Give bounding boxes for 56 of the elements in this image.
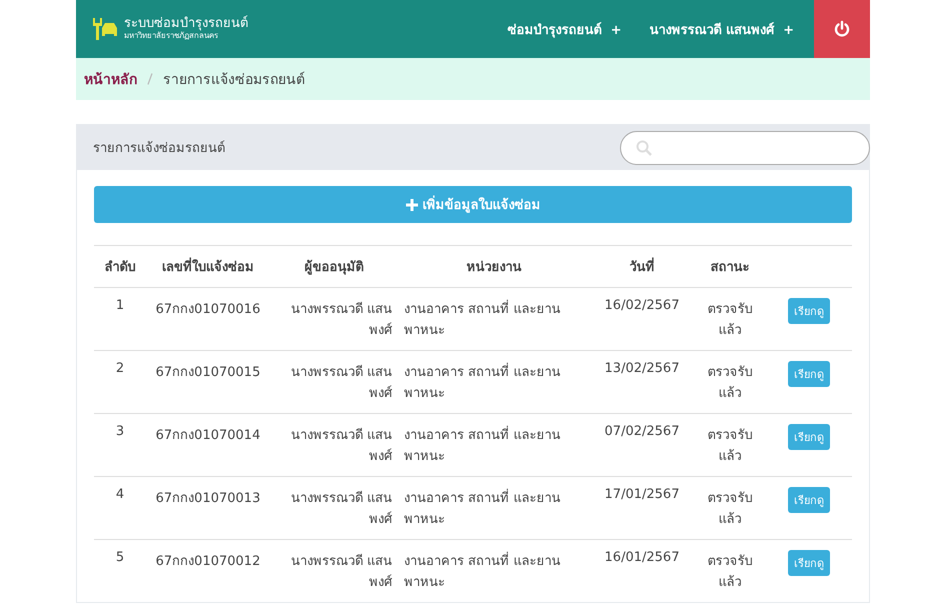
- app-subtitle: มหาวิทยาลัยราชภัฏสกลนคร: [124, 32, 219, 41]
- table-cell: 13/02/2567: [590, 350, 694, 414]
- table-cell: ตรวจรับแล้ว: [694, 476, 766, 540]
- table-cell: 5: [94, 540, 146, 602]
- table-cell: 17/01/2567: [590, 476, 694, 540]
- table-cell: นางพรรณวดี แสนพงศ์: [270, 540, 398, 602]
- table-cell: ตรวจรับแล้ว: [694, 414, 766, 476]
- breadcrumb-separator-icon: [147, 73, 153, 85]
- nav-menu[interactable]: ซ่อมบำรุงรถยนต์ +: [494, 18, 636, 40]
- table-cell: ตรวจรับแล้ว: [694, 350, 766, 414]
- table-cell: งานอาคาร สถานที่ และยานพาหนะ: [398, 540, 590, 602]
- app-title: ระบบซ่อมบำรุงรถยนต์: [124, 17, 248, 32]
- table-cell: 67กกง01070012: [146, 540, 270, 602]
- table-cell: นางพรรณวดี แสนพงศ์: [270, 476, 398, 540]
- view-button[interactable]: เรียกดู: [788, 550, 830, 576]
- table-cell: 16/02/2567: [590, 288, 694, 350]
- table-cell: 3: [94, 414, 146, 476]
- wrench-car-icon: [90, 16, 118, 42]
- table-cell: 67กกง01070016: [146, 288, 270, 350]
- view-button[interactable]: เรียกดู: [788, 487, 830, 513]
- table-cell: 4: [94, 476, 146, 540]
- breadcrumb-item[interactable]: รายการแจ้งซ่อมรถยนต์: [163, 68, 305, 90]
- table-cell: 07/02/2567: [590, 414, 694, 476]
- table-cell: นางพรรณวดี แสนพงศ์: [270, 288, 398, 350]
- power-icon: [833, 20, 851, 38]
- table-cell: งานอาคาร สถานที่ และยานพาหนะ: [398, 414, 590, 476]
- nav-menu[interactable]: นางพรรณวดี แสนพงศ์ +: [636, 18, 808, 40]
- table-cell: 67กกง01070013: [146, 476, 270, 540]
- view-button[interactable]: เรียกดู: [788, 298, 830, 324]
- breadcrumb-item[interactable]: หน้าหลัก: [84, 68, 137, 90]
- column-header: สถานะ: [694, 246, 766, 288]
- table-cell: นางพรรณวดี แสนพงศ์: [270, 414, 398, 476]
- table-cell: งานอาคาร สถานที่ และยานพาหนะ: [398, 350, 590, 414]
- table-cell: งานอาคาร สถานที่ และยานพาหนะ: [398, 288, 590, 350]
- search-icon: [635, 138, 653, 156]
- table-cell: นางพรรณวดี แสนพงศ์: [270, 350, 398, 414]
- column-header: ลำดับ: [94, 246, 146, 288]
- add-button[interactable]: เพิ่มข้อมูลใบแจ้งซ่อม: [94, 186, 852, 223]
- search-field[interactable]: [620, 130, 870, 164]
- view-button[interactable]: เรียกดู: [788, 424, 830, 450]
- plus-icon: [406, 198, 418, 210]
- column-header: ผู้ขออนุมัติ: [270, 246, 398, 288]
- view-button[interactable]: เรียกดู: [788, 361, 830, 387]
- logout-button[interactable]: [814, 0, 870, 58]
- table-cell: ตรวจรับแล้ว: [694, 540, 766, 602]
- table-cell: 67กกง01070015: [146, 350, 270, 414]
- table-cell: ตรวจรับแล้ว: [694, 288, 766, 350]
- panel-title: รายการแจ้งซ่อมรถยนต์: [93, 140, 225, 158]
- table-cell: 2: [94, 350, 146, 414]
- table-cell: 67กกง01070014: [146, 414, 270, 476]
- column-header: วันที่: [590, 246, 694, 288]
- column-header: หน่วยงาน: [398, 246, 590, 288]
- table-cell: 1: [94, 288, 146, 350]
- column-header: เลขที่ใบแจ้งซ่อม: [146, 246, 270, 288]
- table-cell: 16/01/2567: [590, 540, 694, 602]
- table-cell: งานอาคาร สถานที่ และยานพาหนะ: [398, 476, 590, 540]
